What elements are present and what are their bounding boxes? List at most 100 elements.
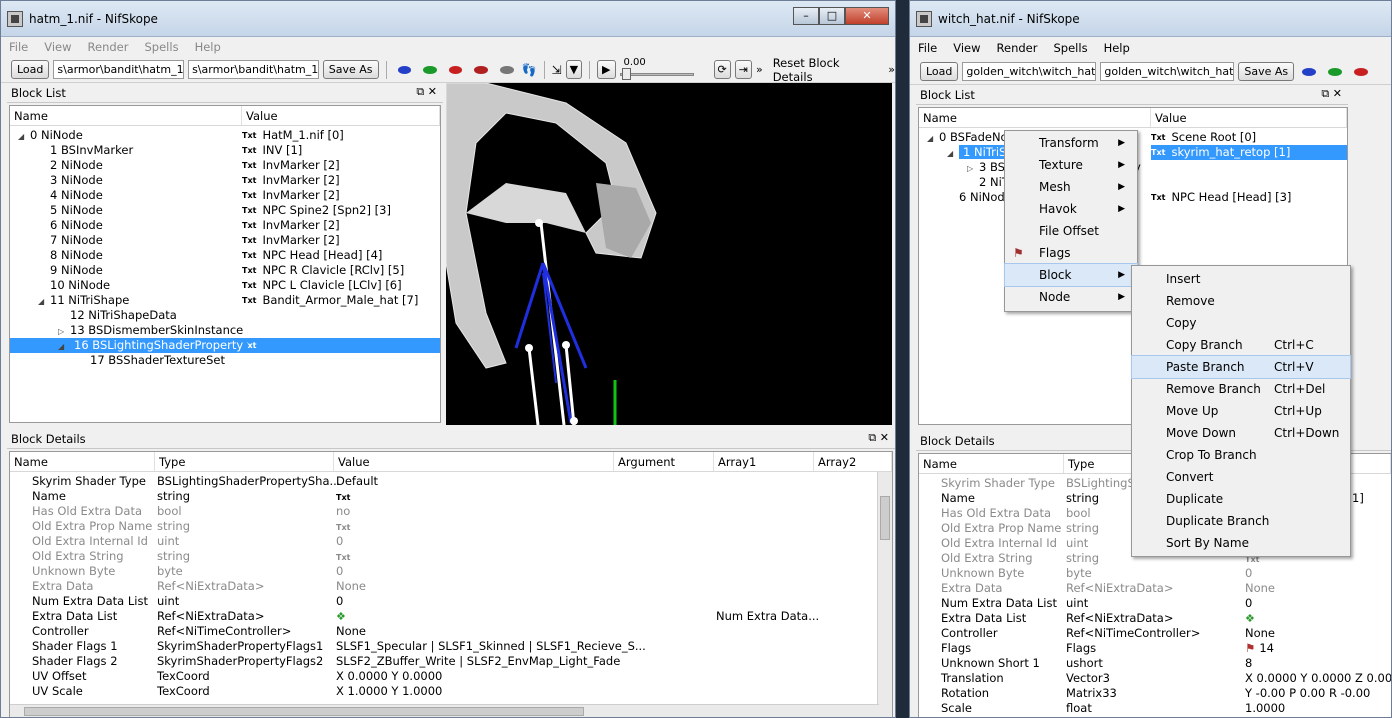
details-row[interactable]: Unknown Short 1 ushort 8 [919, 656, 1391, 671]
scrollbar-thumb[interactable] [880, 496, 890, 540]
col-header-argument[interactable]: Argument [614, 452, 714, 471]
col-header-value[interactable]: Value [334, 452, 614, 471]
details-row[interactable]: Num Extra Data List uint 0 [919, 596, 1391, 611]
menu-spells[interactable]: Spells [1054, 41, 1088, 55]
menu-item-texture[interactable]: Texture ▶ [1005, 154, 1137, 176]
time-slider[interactable]: 0.00 [619, 57, 694, 81]
menu-item-file-offset[interactable]: File Offset [1005, 220, 1137, 242]
details-value[interactable]: None [1245, 626, 1275, 640]
details-value[interactable]: 14 [1259, 641, 1274, 655]
details-value[interactable]: SLSF1_Specular | SLSF1_Skinned | SLSF1_R… [336, 639, 646, 653]
details-value[interactable]: None [336, 624, 366, 638]
col-header-array2[interactable]: Array2 [814, 452, 892, 471]
col-header-name[interactable]: Name [919, 454, 1064, 473]
details-value[interactable]: None [1245, 581, 1275, 595]
menu-render[interactable]: Render [88, 40, 129, 54]
tree-row[interactable]: ◢ 0 NiNode Txt HatM_1.nif [0] [10, 128, 440, 143]
details-value[interactable]: Default [336, 474, 378, 488]
link-list-icon[interactable]: ❖ [1245, 612, 1255, 625]
details-value[interactable]: 8 [1245, 656, 1252, 670]
details-row[interactable]: Extra Data List Ref<NiExtraData> ❖ Num Extr… [10, 609, 892, 624]
submenu-item-copy-branch[interactable]: Copy Branch Ctrl+C [1132, 334, 1350, 356]
load-button[interactable]: Load [920, 62, 959, 81]
details-value[interactable]: Y -0.00 P 0.00 R -0.00 [1245, 686, 1370, 700]
view-red-eye-icon[interactable] [1354, 67, 1369, 76]
save-as-button[interactable]: Save As [322, 60, 379, 79]
details-value[interactable]: 0 [1245, 566, 1252, 580]
tree-row[interactable]: 8 NiNode Txt NPC Head [Head] [4] [10, 248, 440, 263]
details-row[interactable]: Old Extra Internal Id uint 0 [10, 534, 892, 549]
tree-row[interactable]: 5 NiNode Txt NPC Spine2 [Spn2] [3] [10, 203, 440, 218]
axes-icon[interactable]: ⇲ [552, 63, 562, 77]
play-button[interactable]: ▶ [597, 60, 616, 79]
details-vertical-scrollbar[interactable] [877, 472, 892, 717]
details-row[interactable]: Translation Vector3 X 0.0000 Y 0.0000 Z 0.… [919, 671, 1391, 686]
details-value[interactable]: X 1.0000 Y 1.0000 [336, 684, 442, 698]
expand-arrow-icon[interactable]: ▷ [58, 324, 66, 339]
tree-row[interactable]: ▷ 13 BSDismemberSkinInstance [10, 323, 440, 338]
details-value[interactable]: X 0.0000 Y 0.0000 [336, 669, 442, 683]
submenu-item-remove-branch[interactable]: Remove Branch Ctrl+Del [1132, 378, 1350, 400]
col-header-array1[interactable]: Array1 [714, 452, 814, 471]
slider-handle[interactable] [621, 67, 631, 80]
collapse-arrow-icon[interactable]: ◢ [927, 131, 935, 146]
col-header-name[interactable]: Name [10, 452, 155, 471]
submenu-item-move-up[interactable]: Move Up Ctrl+Up [1132, 400, 1350, 422]
submenu-item-sort-by-name[interactable]: Sort By Name [1132, 532, 1350, 554]
details-row[interactable]: Old Extra Prop Name string Txt [10, 519, 892, 534]
details-value[interactable]: X 0.0000 Y 0.0000 Z 0.0000 [1245, 671, 1391, 685]
submenu-item-remove[interactable]: Remove [1132, 290, 1350, 312]
details-row[interactable]: Has Old Extra Data bool no [10, 504, 892, 519]
details-value[interactable]: Txt [336, 553, 350, 562]
details-value[interactable]: 0 [336, 594, 343, 608]
panel-float-close-icons[interactable]: ⧉ ✕ [1321, 87, 1342, 101]
submenu-item-duplicate-branch[interactable]: Duplicate Branch [1132, 510, 1350, 532]
details-row[interactable]: Shader Flags 2 SkyrimShaderPropertyFlags2… [10, 654, 892, 669]
view-darkred-eye-icon[interactable] [474, 65, 488, 74]
details-value[interactable]: 0 [1245, 596, 1252, 610]
save-path-input[interactable]: s\armor\bandit\hatm_1.nif [188, 60, 319, 79]
details-row[interactable]: Scale float 1.0000 [919, 701, 1391, 716]
menu-item-flags[interactable]: ⚑ Flags [1005, 242, 1137, 264]
load-path-input[interactable]: golden_witch\witch_hat.nif [962, 62, 1097, 81]
minimize-button[interactable]: – [793, 7, 819, 25]
tree-row[interactable]: 10 NiNode Txt NPC L Clavicle [LClv] [6] [10, 278, 440, 293]
window-titlebar[interactable]: hatm_1.nif - NifSkope – □ ✕ [1, 1, 895, 37]
menu-item-mesh[interactable]: Mesh ▶ [1005, 176, 1137, 198]
save-path-input[interactable]: golden_witch\witch_hat.nif [1100, 62, 1235, 81]
submenu-item-copy[interactable]: Copy [1132, 312, 1350, 334]
details-row[interactable]: Flags Flags ⚑ 14 [919, 641, 1391, 656]
details-row[interactable]: UV Offset TexCoord X 0.0000 Y 0.0000 [10, 669, 892, 684]
submenu-item-insert[interactable]: Insert [1132, 268, 1350, 290]
menu-spells[interactable]: Spells [145, 40, 179, 54]
tree-row[interactable]: 7 NiNode Txt InvMarker [2] [10, 233, 440, 248]
details-row[interactable]: Unknown Byte byte 0 [919, 566, 1391, 581]
view-green-eye-icon[interactable] [423, 65, 437, 74]
menu-item-havok[interactable]: Havok ▶ [1005, 198, 1137, 220]
menu-file[interactable]: File [9, 40, 28, 54]
save-as-button[interactable]: Save As [1238, 62, 1295, 81]
view-green-eye-icon[interactable] [1328, 67, 1343, 76]
details-horizontal-scrollbar[interactable] [10, 704, 879, 717]
details-row[interactable]: Shader Flags 1 SkyrimShaderPropertyFlags1… [10, 639, 892, 654]
view-grey-eye-icon[interactable] [500, 65, 514, 74]
expand-arrow-icon[interactable]: ▷ [967, 161, 975, 176]
load-path-input[interactable]: s\armor\bandit\hatm_1.nif [53, 60, 185, 79]
menu-view[interactable]: View [44, 40, 71, 54]
tree-row[interactable]: 4 NiNode Txt InvMarker [2] [10, 188, 440, 203]
details-value[interactable]: 0 [336, 564, 343, 578]
tree-row[interactable]: 17 BSShaderTextureSet [10, 353, 440, 368]
view-blue-eye-icon[interactable] [1302, 67, 1317, 76]
tree-row[interactable]: ◢ 16 BSLightingShaderProperty Txt [10, 338, 440, 353]
submenu-item-convert[interactable]: Convert [1132, 466, 1350, 488]
tree-row[interactable]: 3 NiNode Txt InvMarker [2] [10, 173, 440, 188]
collapse-arrow-icon[interactable]: ◢ [18, 129, 26, 144]
reset-block-details-button[interactable]: Reset Block Details [773, 56, 881, 84]
details-value[interactable]: 0 [336, 534, 343, 548]
tree-row[interactable]: 6 NiNode Txt InvMarker [2] [10, 218, 440, 233]
close-button[interactable]: ✕ [845, 7, 889, 25]
col-header-name[interactable]: Name [919, 108, 1151, 127]
scrollbar-thumb[interactable] [24, 707, 584, 716]
details-row[interactable]: Rotation Matrix33 Y -0.00 P 0.00 R -0.00 [919, 686, 1391, 701]
details-row[interactable]: Unknown Byte byte 0 [10, 564, 892, 579]
